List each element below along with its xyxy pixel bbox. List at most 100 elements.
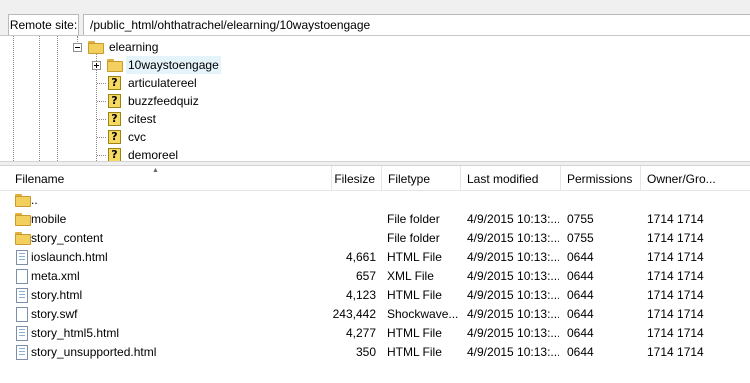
- file-size: 4,123: [345, 288, 376, 302]
- file-name: meta.xml: [31, 269, 80, 283]
- file-list-header: Filename ▲ Filesize Filetype Last modifi…: [0, 166, 750, 191]
- file-last-modified: [467, 191, 559, 210]
- file-permissions: 0755: [567, 212, 594, 226]
- collapse-toggle[interactable]: [73, 43, 82, 52]
- folder-icon: [15, 194, 31, 207]
- column-header-last-modified[interactable]: Last modified: [461, 166, 561, 190]
- tree-node-citest[interactable]: ? citest: [0, 110, 750, 128]
- file-name: story_html5.html: [31, 326, 120, 340]
- tree-node-label: buzzfeedquiz: [128, 94, 199, 108]
- file-name: ..: [31, 193, 38, 207]
- file-last-modified: 4/9/2015 10:13:...: [467, 231, 559, 245]
- file-list-row[interactable]: story_html5.html 4,277 HTML File 4/9/2015 1…: [0, 324, 750, 343]
- file-owner-group: 1714 1714: [647, 307, 704, 321]
- file-size: 243,442: [332, 307, 376, 321]
- file-permissions: 0644: [567, 269, 594, 283]
- file-type: Shockwave...: [387, 307, 459, 321]
- tree-node-buzzfeedquiz[interactable]: ? buzzfeedquiz: [0, 92, 750, 110]
- file-type: XML File: [387, 269, 434, 283]
- file-name: story.swf: [31, 307, 78, 321]
- file-list-row[interactable]: ..: [0, 191, 750, 210]
- remote-file-list[interactable]: Filename ▲ Filesize Filetype Last modifi…: [0, 166, 750, 383]
- html-file-icon: [15, 288, 28, 303]
- blank-file-icon: [15, 307, 28, 322]
- unknown-folder-icon: ?: [108, 112, 121, 126]
- file-list-row[interactable]: mobile File folder 4/9/2015 10:13:... 0755 1…: [0, 210, 750, 229]
- folder-icon: [107, 59, 123, 72]
- blank-file-icon: [15, 269, 28, 284]
- tree-node-label: articulatereel: [128, 76, 197, 90]
- file-last-modified: 4/9/2015 10:13:...: [467, 326, 559, 340]
- file-owner-group: 1714 1714: [647, 326, 704, 340]
- file-name: story_content: [31, 231, 104, 245]
- file-list-row[interactable]: meta.xml 657 XML File 4/9/2015 10:13:... 064…: [0, 267, 750, 286]
- file-name: mobile: [31, 212, 67, 226]
- unknown-folder-icon: ?: [108, 76, 121, 90]
- file-size: [332, 210, 376, 229]
- file-list-row[interactable]: ioslaunch.html 4,661 HTML File 4/9/2015 10:…: [0, 248, 750, 267]
- sort-ascending-icon: ▲: [152, 167, 159, 174]
- file-size: 350: [355, 345, 376, 359]
- remote-directory-tree[interactable]: elearning 10waystoengage ? articulateree…: [0, 35, 750, 161]
- file-list-row[interactable]: story.html 4,123 HTML File 4/9/2015 10:13:.…: [0, 286, 750, 305]
- tree-node-demoreel[interactable]: ? demoreel: [0, 146, 750, 161]
- file-owner-group: 1714 1714: [647, 345, 704, 359]
- file-owner-group: [647, 191, 747, 210]
- tree-node-elearning[interactable]: elearning: [0, 38, 750, 56]
- file-permissions: 0644: [567, 288, 594, 302]
- tree-node-label: elearning: [109, 40, 159, 54]
- tree-node-label: 10waystoengage: [126, 56, 221, 74]
- unknown-folder-icon: ?: [108, 148, 121, 161]
- tree-node-articulatereel[interactable]: ? articulatereel: [0, 74, 750, 92]
- file-owner-group: 1714 1714: [647, 250, 704, 264]
- file-name: ioslaunch.html: [31, 250, 108, 264]
- remote-site-path-input[interactable]: /public_html/ohthatrachel/elearning/10wa…: [83, 14, 750, 35]
- file-size: [332, 191, 376, 210]
- file-type: HTML File: [387, 345, 442, 359]
- file-type: HTML File: [387, 326, 442, 340]
- file-list-row[interactable]: story.swf 243,442 Shockwave... 4/9/2015 10:…: [0, 305, 750, 324]
- tree-node-10waystoengage[interactable]: 10waystoengage: [0, 56, 750, 74]
- column-header-filename[interactable]: Filename: [9, 166, 332, 190]
- folder-icon: [88, 41, 104, 54]
- file-last-modified: 4/9/2015 10:13:...: [467, 269, 559, 283]
- unknown-folder-icon: ?: [108, 94, 121, 108]
- file-list-row[interactable]: story_unsupported.html 350 HTML File 4/9/20…: [0, 343, 750, 362]
- column-header-filetype[interactable]: Filetype: [382, 166, 461, 190]
- column-header-filesize[interactable]: Filesize: [332, 166, 382, 190]
- file-last-modified: 4/9/2015 10:13:...: [467, 307, 559, 321]
- file-last-modified: 4/9/2015 10:13:...: [467, 250, 559, 264]
- file-last-modified: 4/9/2015 10:13:...: [467, 212, 559, 226]
- file-permissions: [567, 191, 639, 210]
- tree-node-label: demoreel: [128, 148, 179, 161]
- expand-toggle[interactable]: [92, 61, 101, 70]
- file-size: 4,277: [345, 326, 376, 340]
- file-type: File folder: [387, 212, 440, 226]
- file-owner-group: 1714 1714: [647, 269, 704, 283]
- column-header-owner-group[interactable]: Owner/Gro...: [641, 166, 750, 190]
- file-permissions: 0644: [567, 250, 594, 264]
- tree-node-cvc[interactable]: ? cvc: [0, 128, 750, 146]
- html-file-icon: [15, 250, 28, 265]
- file-permissions: 0644: [567, 307, 594, 321]
- file-size: 4,661: [345, 250, 376, 264]
- folder-icon: [15, 213, 31, 226]
- file-type: File folder: [387, 231, 440, 245]
- file-permissions: 0755: [567, 231, 594, 245]
- file-last-modified: 4/9/2015 10:13:...: [467, 345, 559, 359]
- html-file-icon: [15, 345, 28, 360]
- file-name: story.html: [31, 288, 83, 302]
- file-size: [332, 229, 376, 248]
- folder-icon: [15, 232, 31, 245]
- file-owner-group: 1714 1714: [647, 288, 704, 302]
- file-owner-group: 1714 1714: [647, 212, 704, 226]
- file-last-modified: 4/9/2015 10:13:...: [467, 288, 559, 302]
- file-size: 657: [355, 269, 376, 283]
- file-list-row[interactable]: story_content File folder 4/9/2015 10:13:.…: [0, 229, 750, 248]
- column-header-permissions[interactable]: Permissions: [561, 166, 641, 190]
- remote-site-bar: Remote site: /public_html/ohthatrachel/e…: [0, 0, 750, 35]
- html-file-icon: [15, 326, 28, 341]
- remote-site-label: Remote site:: [8, 14, 79, 35]
- file-permissions: 0644: [567, 326, 594, 340]
- file-permissions: 0644: [567, 345, 594, 359]
